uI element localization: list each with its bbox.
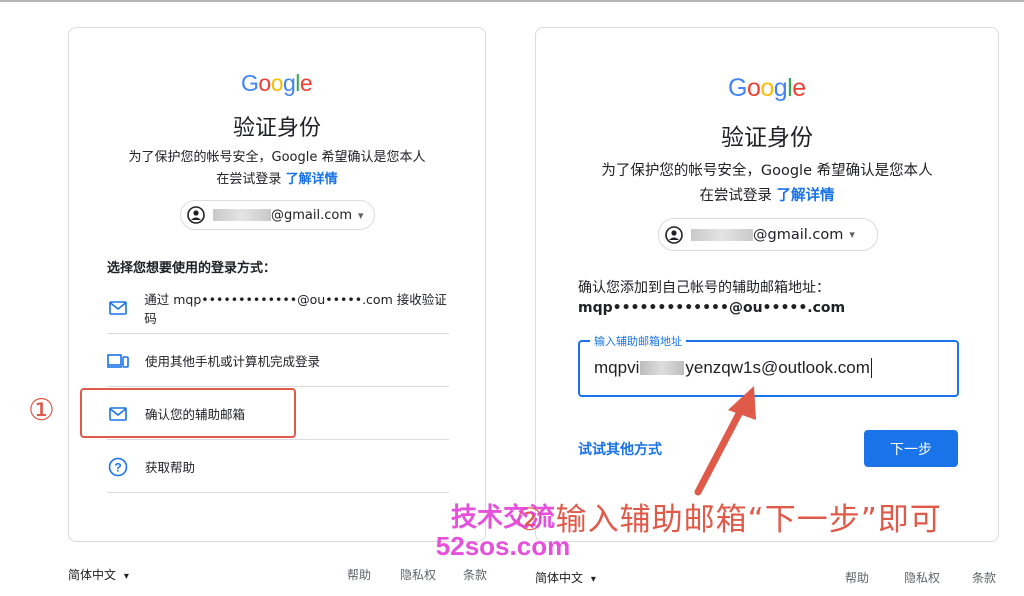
page-title: 验证身份 xyxy=(232,116,321,141)
account-circle-icon xyxy=(187,206,205,224)
recovery-email-input[interactable]: mqpvi yenzqw1s@outlook.com xyxy=(594,358,872,378)
redacted-input-part xyxy=(640,361,685,375)
learn-more-link[interactable]: 了解详情 xyxy=(286,172,338,187)
learn-more-link[interactable]: 了解详情 xyxy=(777,188,835,204)
help-link[interactable]: 帮助 xyxy=(347,566,371,583)
watermark-line1: 技术交流 xyxy=(450,503,555,533)
subtitle-prefix: 在尝试登录 xyxy=(699,188,772,204)
option-other-device[interactable]: 使用其他手机或计算机完成登录 xyxy=(107,335,449,387)
step1-annotation: ① xyxy=(28,393,55,428)
google-logo: Google xyxy=(728,74,806,102)
account-email-suffix: @gmail.com xyxy=(753,226,844,243)
account-email-suffix: @gmail.com xyxy=(271,207,353,223)
input-value-suffix: yenzqw1s@outlook.com xyxy=(685,358,870,377)
site-watermark: 技术交流 52sos.com xyxy=(418,504,588,560)
redacted-username xyxy=(213,209,271,221)
step1-highlight-box xyxy=(80,388,296,438)
privacy-link[interactable]: 隐私权 xyxy=(904,569,940,586)
help-link[interactable]: 帮助 xyxy=(845,569,869,586)
field-label: 输入辅助邮箱地址 xyxy=(590,333,686,349)
terms-link[interactable]: 条款 xyxy=(463,566,487,583)
language-label: 简体中文 xyxy=(535,571,584,585)
watermark-line2: 52sos.com xyxy=(435,531,571,561)
option-label: 获取帮助 xyxy=(145,460,196,475)
text-cursor xyxy=(870,358,872,378)
redacted-username xyxy=(691,228,753,241)
account-chip[interactable]: @gmail.com ▾ xyxy=(658,218,878,251)
top-border xyxy=(0,0,1024,2)
privacy-link[interactable]: 隐私权 xyxy=(400,566,436,583)
next-button[interactable]: 下一步 xyxy=(864,430,958,467)
help-icon: ? xyxy=(107,456,129,478)
try-another-way-link[interactable]: 试试其他方式 xyxy=(578,439,662,459)
masked-recovery-email: mqp•••••••••••••@ou•••••.com xyxy=(578,300,846,316)
language-label: 简体中文 xyxy=(68,568,117,582)
option-get-help[interactable]: ? 获取帮助 xyxy=(107,441,449,493)
chevron-down-icon: ▾ xyxy=(849,228,855,241)
confirm-instruction: 确认您添加到自己帐号的辅助邮箱地址： xyxy=(578,280,830,296)
chevron-down-icon: ▾ xyxy=(358,208,364,222)
option-label: 通过 mqp•••••••••••••@ou•••••.com 接收验证码 xyxy=(144,291,447,326)
subtitle-line1: 为了保护您的帐号安全，Google 希望确认是您本人 xyxy=(601,163,933,179)
mail-icon xyxy=(107,297,128,319)
input-value-prefix: mqpvi xyxy=(594,358,640,377)
caret-down-icon: ▾ xyxy=(590,574,596,585)
account-chip[interactable]: @gmail.com ▾ xyxy=(180,200,375,230)
subtitle-prefix: 在尝试登录 xyxy=(216,172,282,187)
subtitle-line2: 在尝试登录 了解详情 xyxy=(69,169,485,191)
svg-text:?: ? xyxy=(114,460,121,474)
account-circle-icon xyxy=(665,225,683,244)
language-selector[interactable]: 简体中文 ▾ xyxy=(535,569,596,586)
option-label: 使用其他手机或计算机完成登录 xyxy=(145,354,321,369)
option-email-code[interactable]: 通过 mqp•••••••••••••@ou•••••.com 接收验证码 xyxy=(107,282,449,334)
subtitle-line2: 在尝试登录 了解详情 xyxy=(536,185,998,207)
page-title: 验证身份 xyxy=(721,125,813,151)
choose-method-label: 选择您想要使用的登录方式： xyxy=(107,261,277,276)
subtitle-line1: 为了保护您的帐号安全，Google 希望确认是您本人 xyxy=(128,150,426,165)
terms-link[interactable]: 条款 xyxy=(972,569,996,586)
language-selector[interactable]: 简体中文 ▾ xyxy=(68,566,129,583)
caret-down-icon: ▾ xyxy=(123,571,129,582)
left-verify-card: Google 验证身份 为了保护您的帐号安全，Google 希望确认是您本人 在… xyxy=(68,27,486,542)
annotation-arrow xyxy=(694,386,756,496)
devices-icon xyxy=(107,350,129,372)
google-logo: Google xyxy=(241,70,313,96)
